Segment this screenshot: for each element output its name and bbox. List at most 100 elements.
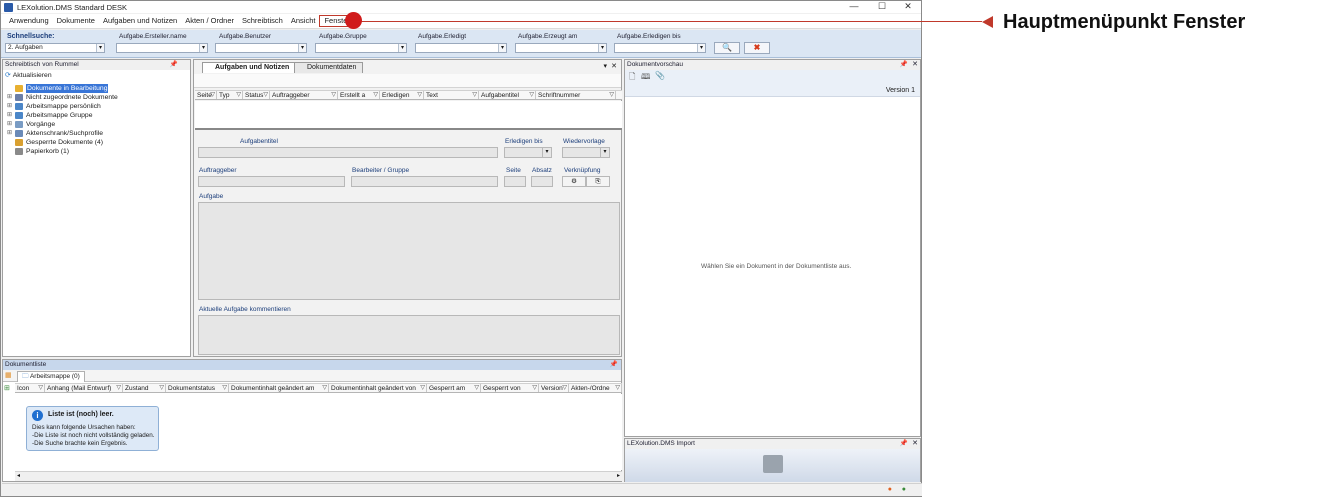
column-header[interactable]: Status ▽ <box>243 91 270 99</box>
tree-item[interactable]: ⊞ Arbeitsmappe Gruppe <box>7 111 93 120</box>
column-header[interactable]: Akten-/Ordne ▽ <box>569 384 622 392</box>
filter-icon[interactable]: ▽ <box>373 91 378 99</box>
scroll-right-icon[interactable]: ▸ <box>617 472 620 479</box>
column-header[interactable]: Gesperrt am ▽ <box>427 384 481 392</box>
filter-icon[interactable]: ▽ <box>236 91 241 99</box>
unlink-button[interactable]: ⎘ <box>586 176 610 187</box>
filter-due-field[interactable]: ▾ <box>614 43 706 53</box>
pin-icon[interactable]: 📌 <box>170 60 178 70</box>
filter-icon[interactable]: ▽ <box>331 91 336 99</box>
filter-icon[interactable]: ▽ <box>562 384 567 392</box>
attachment-icon[interactable]: 📎 <box>655 71 665 80</box>
editor-field[interactable] <box>351 176 498 187</box>
column-header[interactable]: Dokumentstatus ▽ <box>166 384 229 392</box>
pin-icon[interactable]: 📌 <box>900 60 908 70</box>
column-header[interactable]: Seite ▽ <box>195 91 217 99</box>
filter-icon[interactable]: ▽ <box>38 384 43 392</box>
tree-item[interactable]: Papierkorb (1) <box>7 147 69 156</box>
filter-done-field[interactable]: ▾ <box>415 43 507 53</box>
quick-search-select[interactable]: 2. Aufgaben ▾ <box>5 43 105 53</box>
filter-icon[interactable]: ▽ <box>116 384 121 392</box>
tree-item[interactable]: ⊞ Arbeitsmappe persönlich <box>7 102 101 111</box>
filter-user-field[interactable]: ▾ <box>215 43 307 53</box>
comment-textarea[interactable] <box>198 315 620 355</box>
task-textarea[interactable] <box>198 202 620 300</box>
import-dropzone[interactable] <box>625 449 920 482</box>
clear-button[interactable]: ✖ <box>744 42 770 54</box>
export-icon[interactable]: ⊞ <box>4 384 10 392</box>
close-icon[interactable]: ✕ <box>912 60 918 70</box>
user-status-icon[interactable]: ● <box>888 486 892 493</box>
tree-item[interactable]: ⊞ Nicht zugeordnete Dokumente <box>7 93 118 102</box>
tab-arbeitsmappe[interactable]: 🗀 Arbeitsmappe (0) <box>17 371 85 382</box>
column-header[interactable]: Icon ▽ <box>15 384 45 392</box>
tab-dokumentdaten[interactable]: Dokumentdaten <box>294 62 364 73</box>
menu-anwendung[interactable]: Anwendung <box>5 15 53 27</box>
column-header[interactable]: Dokumentinhalt geändert am ▽ <box>229 384 329 392</box>
filter-icon[interactable]: ▽ <box>532 384 537 392</box>
filter-icon[interactable]: ▽ <box>420 384 425 392</box>
filter-group-field[interactable]: ▾ <box>315 43 407 53</box>
filter-icon[interactable]: ▽ <box>609 91 614 99</box>
page-field[interactable] <box>504 176 526 187</box>
tree-item[interactable]: Dokumente in Bearbeitung <box>7 84 109 93</box>
filter-icon[interactable]: ▽ <box>159 384 164 392</box>
column-header[interactable]: Zustand ▽ <box>123 384 166 392</box>
tab-aufgaben[interactable]: Aufgaben und Notizen <box>202 62 297 73</box>
filter-icon[interactable]: ▽ <box>210 91 215 99</box>
tab-menu-icon[interactable]: ▾ <box>603 62 607 70</box>
filter-icon[interactable]: ▽ <box>529 91 534 99</box>
title-field[interactable] <box>198 147 498 158</box>
filter-icon[interactable]: ▽ <box>615 384 620 392</box>
search-button[interactable]: 🔍 <box>714 42 740 54</box>
menu-aufgaben[interactable]: Aufgaben und Notizen <box>99 15 181 27</box>
column-header[interactable]: Gesperrt von ▽ <box>481 384 539 392</box>
two-page-icon[interactable]: 🕮 <box>641 71 650 85</box>
expand-icon[interactable]: ⊞ <box>7 93 15 102</box>
close-icon[interactable]: ✕ <box>912 439 918 449</box>
column-header[interactable]: Schriftnummer ▽ <box>536 91 616 99</box>
resubmit-field[interactable]: ▾ <box>562 147 610 158</box>
pin-icon[interactable]: 📌 <box>610 360 618 370</box>
menu-akten[interactable]: Akten / Ordner <box>181 15 238 27</box>
filter-creator-field[interactable]: ▾ <box>116 43 208 53</box>
column-header[interactable]: Version ▽ <box>539 384 569 392</box>
tree-item[interactable]: ⊞ Aktenschrank/Suchprofile <box>7 129 103 138</box>
expand-icon[interactable]: ⊞ <box>7 111 15 120</box>
column-header[interactable]: Dokumentinhalt geändert von ▽ <box>329 384 427 392</box>
filter-icon[interactable]: ▽ <box>474 384 479 392</box>
filter-icon[interactable]: ▽ <box>472 91 477 99</box>
close-button[interactable]: ✕ <box>895 1 921 13</box>
filter-icon[interactable]: ▽ <box>222 384 227 392</box>
expand-icon[interactable]: ⊞ <box>7 129 15 138</box>
filter-icon[interactable]: ▽ <box>322 384 327 392</box>
column-header[interactable]: Erledigen ▽ <box>380 91 424 99</box>
sync-status-icon[interactable]: ● <box>902 486 906 493</box>
maximize-button[interactable]: ☐ <box>869 1 895 13</box>
column-header[interactable]: Text ▽ <box>424 91 479 99</box>
refresh-button[interactable]: ⟳ Aktualisieren <box>5 71 52 80</box>
close-icon[interactable]: ✕ <box>611 62 617 70</box>
layout-icon[interactable]: ▦ <box>5 371 12 379</box>
column-header[interactable]: Typ ▽ <box>217 91 243 99</box>
tree-item[interactable]: ⊞ Vorgänge <box>7 120 55 129</box>
menu-schreibtisch[interactable]: Schreibtisch <box>238 15 287 27</box>
filter-icon[interactable]: ▽ <box>417 91 422 99</box>
expand-icon[interactable]: ⊞ <box>7 102 15 111</box>
page-icon[interactable]: 🗋 <box>629 71 635 85</box>
filter-icon[interactable]: ▽ <box>263 91 268 99</box>
filter-created-field[interactable]: ▾ <box>515 43 607 53</box>
menu-ansicht[interactable]: Ansicht <box>287 15 320 27</box>
column-header[interactable]: Erstellt a ▽ <box>338 91 380 99</box>
minimize-button[interactable]: — <box>841 1 867 13</box>
due-field[interactable]: ▾ <box>504 147 552 158</box>
column-header[interactable]: Anhang (Mail Entwurf) ▽ <box>45 384 123 392</box>
horizontal-scrollbar[interactable]: ◂ ▸ <box>15 471 622 481</box>
link-button[interactable]: ⚙ <box>562 176 586 187</box>
column-header[interactable]: Aufgabentitel ▽ <box>479 91 536 99</box>
client-field[interactable] <box>198 176 345 187</box>
tasks-grid-body[interactable] <box>195 101 622 130</box>
menu-dokumente[interactable]: Dokumente <box>53 15 99 27</box>
expand-icon[interactable]: ⊞ <box>7 120 15 129</box>
tree-item[interactable]: Gesperrte Dokumente (4) <box>7 138 103 147</box>
